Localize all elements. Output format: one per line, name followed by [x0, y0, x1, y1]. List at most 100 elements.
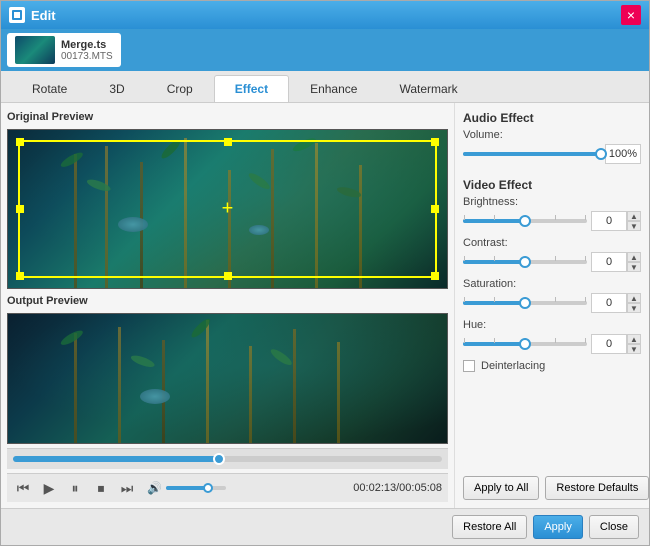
main-content: Original Preview [1, 103, 649, 508]
crop-handle-tm[interactable] [224, 138, 232, 146]
close-dialog-button[interactable]: Close [589, 515, 639, 539]
contrast-track[interactable] [463, 260, 587, 264]
close-button[interactable]: × [621, 5, 641, 25]
saturation-row: Saturation: 0 ▲ [463, 278, 641, 313]
hue-down[interactable]: ▼ [627, 344, 641, 354]
hue-label: Hue: [463, 319, 641, 331]
crop-center-marker: + [222, 198, 234, 221]
skip-back-button[interactable]: ⏮ [13, 478, 33, 498]
volume-slider-row: 100% [463, 144, 641, 164]
tab-3d[interactable]: 3D [88, 75, 145, 102]
hue-track[interactable] [463, 342, 587, 346]
original-preview: + [7, 129, 448, 289]
right-panel: Audio Effect Volume: 100% Video Effect [454, 103, 649, 508]
crop-handle-tl[interactable] [16, 138, 24, 146]
title-bar: Edit × [1, 1, 649, 29]
tab-effect[interactable]: Effect [214, 75, 289, 102]
contrast-down[interactable]: ▼ [627, 262, 641, 272]
hue-slider-row: 0 ▲ ▼ [463, 334, 641, 354]
skip-forward-button[interactable]: ⏭ [117, 478, 137, 498]
tab-bar: Rotate 3D Crop Effect Enhance Watermark [1, 71, 649, 103]
apply-button[interactable]: Apply [533, 515, 583, 539]
contrast-label: Contrast: [463, 237, 641, 249]
volume-slider-fill [463, 152, 601, 156]
video-background: + [8, 130, 447, 288]
output-preview-label: Output Preview [7, 293, 448, 309]
contrast-up[interactable]: ▲ [627, 252, 641, 262]
video-effect-section: Video Effect Brightness: 0 [463, 178, 641, 372]
hue-up[interactable]: ▲ [627, 334, 641, 344]
crop-handle-br[interactable] [431, 272, 439, 280]
output-preview [7, 313, 448, 444]
contrast-thumb[interactable] [519, 256, 531, 268]
left-panel: Original Preview [1, 103, 454, 508]
volume-icon: 🔊 [147, 481, 162, 495]
volume-thumb[interactable] [203, 483, 213, 493]
volume-slider-track[interactable] [463, 152, 601, 156]
crop-handle-bl[interactable] [16, 272, 24, 280]
saturation-value: 0 [591, 293, 627, 313]
contrast-value-group: 0 ▲ ▼ [591, 252, 641, 272]
volume-value: 100% [605, 144, 641, 164]
contrast-value: 0 [591, 252, 627, 272]
hue-thumb[interactable] [519, 338, 531, 350]
saturation-value-group: 0 ▲ ▼ [591, 293, 641, 313]
brightness-value-group: 0 ▲ ▼ [591, 211, 641, 231]
output-bamboo-scene [8, 314, 447, 443]
tab-watermark[interactable]: Watermark [378, 75, 478, 102]
play-button[interactable]: ▶ [39, 478, 59, 498]
tab-crop[interactable]: Crop [146, 75, 214, 102]
brightness-thumb[interactable] [519, 215, 531, 227]
volume-slider-thumb[interactable] [595, 148, 607, 160]
volume-control-row: Volume: 100% [463, 129, 641, 164]
volume-control: 🔊 [147, 481, 226, 495]
saturation-thumb[interactable] [519, 297, 531, 309]
brightness-value: 0 [591, 211, 627, 231]
saturation-down[interactable]: ▼ [627, 303, 641, 313]
file-thumbnail [15, 36, 55, 64]
apply-to-all-button[interactable]: Apply to All [463, 476, 539, 500]
saturation-up[interactable]: ▲ [627, 293, 641, 303]
video-effect-title: Video Effect [463, 178, 641, 192]
crop-handle-tr[interactable] [431, 138, 439, 146]
tab-rotate[interactable]: Rotate [11, 75, 88, 102]
contrast-row: Contrast: 0 ▲ [463, 237, 641, 272]
deinterlacing-checkbox[interactable] [463, 360, 475, 372]
contrast-slider-row: 0 ▲ ▼ [463, 252, 641, 272]
deinterlacing-label: Deinterlacing [481, 360, 545, 372]
volume-track[interactable] [166, 486, 226, 490]
restore-defaults-button[interactable]: Restore Defaults [545, 476, 649, 500]
pause-button[interactable]: ⏸ [65, 478, 85, 498]
volume-fill [166, 486, 208, 490]
brightness-down[interactable]: ▼ [627, 221, 641, 231]
crop-handle-rm[interactable] [431, 205, 439, 213]
crop-overlay: + [18, 140, 437, 278]
time-display: 00:02:13/00:05:08 [353, 482, 442, 494]
file-tab[interactable]: Merge.ts 00173.MTS [7, 33, 121, 67]
window-title: Edit [31, 8, 621, 23]
file-subname: 00173.MTS [61, 51, 113, 62]
brightness-up[interactable]: ▲ [627, 211, 641, 221]
scrubber-track[interactable] [13, 456, 442, 462]
crop-handle-lm[interactable] [16, 205, 24, 213]
saturation-track[interactable] [463, 301, 587, 305]
file-tab-area: Merge.ts 00173.MTS [1, 29, 649, 71]
hue-spinners: ▲ ▼ [627, 334, 641, 354]
saturation-label: Saturation: [463, 278, 641, 290]
stop-button[interactable]: ⏹ [91, 478, 111, 498]
app-icon [9, 7, 25, 23]
brightness-row: Brightness: 0 ▲ [463, 196, 641, 231]
apply-to-all-row: Apply to All Restore Defaults [463, 476, 641, 500]
file-name: Merge.ts [61, 39, 113, 51]
edit-window: Edit × Merge.ts 00173.MTS Rotate 3D Crop… [0, 0, 650, 546]
footer: Restore All Apply Close [1, 508, 649, 545]
saturation-slider-row: 0 ▲ ▼ [463, 293, 641, 313]
audio-effect-title: Audio Effect [463, 111, 641, 125]
restore-all-button[interactable]: Restore All [452, 515, 527, 539]
scrubber-thumb[interactable] [213, 453, 225, 465]
crop-handle-bm[interactable] [224, 272, 232, 280]
tab-enhance[interactable]: Enhance [289, 75, 378, 102]
original-preview-label: Original Preview [7, 109, 448, 125]
brightness-track[interactable] [463, 219, 587, 223]
playback-controls: ⏮ ▶ ⏸ ⏹ ⏭ 🔊 00:02:13/00:05:08 [7, 473, 448, 502]
